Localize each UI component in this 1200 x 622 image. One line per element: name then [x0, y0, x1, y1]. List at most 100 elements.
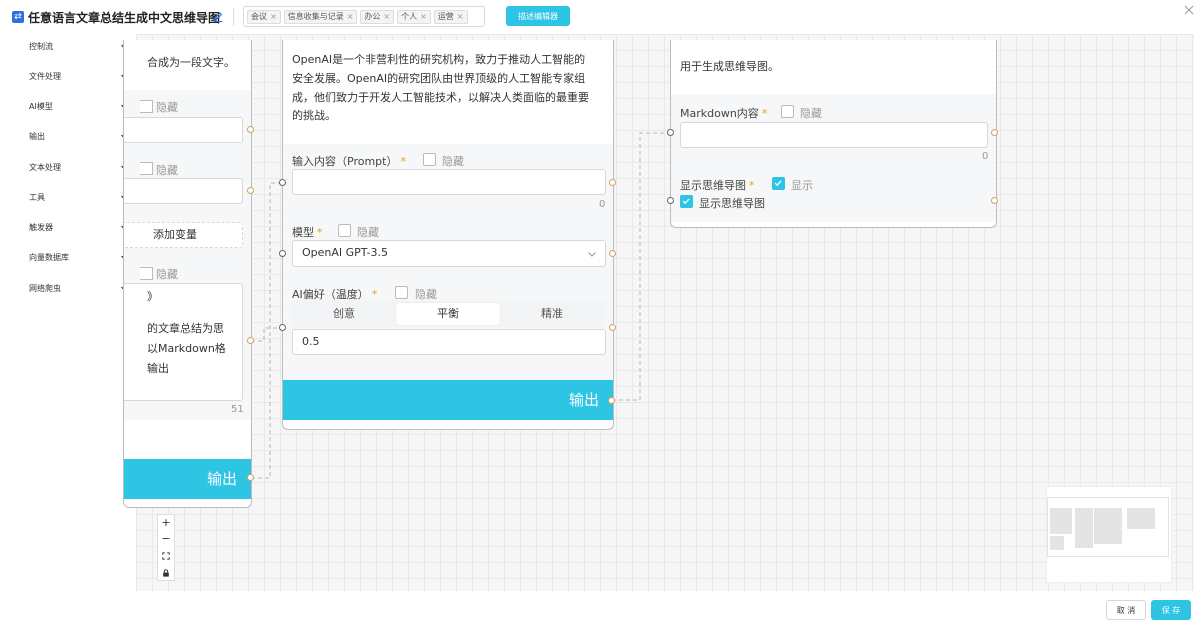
workflow-editor: ⇄ 任意语言文章总结生成中文思维导图 会议 × 信息收集与记录 × 办公 × 个人 × … — [0, 0, 1200, 622]
char-count: 51 — [231, 404, 244, 415]
sidebar-item-label: AI模型 — [29, 101, 53, 111]
node-output-bar: 输出 — [283, 380, 613, 420]
sidebar-item-label: 向量数据库 — [29, 252, 69, 262]
add-variable-button[interactable]: 添加变量 — [124, 222, 243, 248]
input-port[interactable] — [279, 250, 286, 257]
char-count: 0 — [599, 199, 606, 210]
output-port[interactable] — [609, 324, 616, 331]
node-description: 成，他们致力于开发人工智能技术，以解决人类面临的最重要 — [292, 91, 589, 104]
divider — [233, 8, 234, 26]
markdown-input[interactable] — [680, 122, 988, 148]
temperature-option-precise[interactable]: 精准 — [501, 303, 603, 325]
prompt-line: 的文章总结为思 — [147, 322, 224, 335]
sidebar-item-text-processing[interactable]: 文本处理 — [29, 159, 129, 175]
remove-tag-icon[interactable]: × — [347, 12, 354, 21]
remove-tag-icon[interactable]: × — [383, 12, 390, 21]
description-editor-button[interactable]: 描述编辑器 — [506, 6, 570, 26]
input-port[interactable] — [279, 324, 286, 331]
cancel-button[interactable]: 取 消 — [1106, 600, 1146, 620]
sidebar-item-label: 文件处理 — [29, 71, 61, 81]
prompt-line: 以Markdown格 — [147, 342, 226, 355]
mindmap-node[interactable]: 用于生成思维导图。 Markdown内容 * 隐藏 0 显示思维导图 * 显示 显示… — [670, 40, 997, 228]
add-variable-label: 添加变量 — [153, 228, 197, 241]
output-port[interactable] — [991, 197, 998, 204]
hide-checkbox[interactable] — [140, 267, 153, 280]
tag-chip: 会议 × — [247, 9, 281, 24]
fit-view-icon — [162, 552, 170, 560]
hide-label: 隐藏 — [357, 226, 379, 239]
temperature-segmented-control[interactable]: 创意 平衡 精准 — [291, 301, 605, 327]
output-port[interactable] — [247, 474, 254, 481]
lock-button[interactable] — [158, 565, 174, 581]
tag-selector[interactable]: 会议 × 信息收集与记录 × 办公 × 个人 × 运营 × — [243, 6, 485, 27]
sidebar-item-control-flow[interactable]: 控制流 — [29, 38, 129, 54]
minimap[interactable] — [1046, 486, 1172, 583]
tag-chip: 办公 × — [360, 9, 395, 24]
prompt-textarea[interactable]: 》 的文章总结为思 以Markdown格 输出 — [124, 283, 243, 401]
prompt-template-node[interactable]: 合成为一段文字。 隐藏 隐藏 添加变量 隐藏 》 的文章总结为思 以Markdo… — [123, 40, 252, 508]
remove-tag-icon[interactable]: × — [457, 12, 464, 21]
input-port[interactable] — [279, 179, 286, 186]
model-hide-checkbox[interactable] — [338, 224, 351, 237]
markdown-label-text: Markdown内容 — [680, 107, 759, 120]
hide-checkbox[interactable] — [140, 100, 153, 113]
output-port[interactable] — [247, 337, 254, 344]
markdown-hide-checkbox[interactable] — [781, 105, 794, 118]
sidebar-item-vector-db[interactable]: 向量数据库 — [29, 249, 129, 265]
prompt-line: 输出 — [147, 362, 169, 375]
model-label-text: 模型 — [292, 226, 314, 239]
node-sidebar: 控制流 文件处理 AI模型 输出 文本处理 工具 触发器 向量数据库 网络爬虫 — [0, 34, 136, 594]
node-description: 合成为一段文字。 — [147, 56, 235, 69]
hide-label: 隐藏 — [442, 155, 464, 168]
input-port[interactable] — [667, 129, 674, 136]
node-description: 安全发展。OpenAI的研究团队由世界顶级的人工智能专家组 — [292, 72, 586, 85]
temperature-option-balanced[interactable]: 平衡 — [396, 303, 500, 325]
zoom-in-button[interactable]: + — [158, 515, 174, 531]
lock-icon — [163, 569, 169, 577]
minimap-viewport[interactable] — [1047, 497, 1169, 557]
edit-title-icon[interactable] — [212, 10, 224, 22]
remove-tag-icon[interactable]: × — [270, 12, 277, 21]
zoom-out-button[interactable]: − — [158, 531, 174, 547]
output-port[interactable] — [609, 179, 616, 186]
sidebar-item-triggers[interactable]: 触发器 — [29, 219, 129, 235]
output-port[interactable] — [991, 129, 998, 136]
required-marker: * — [317, 226, 323, 239]
tag-label: 运营 — [437, 12, 454, 21]
hide-label: 隐藏 — [156, 164, 178, 177]
sidebar-item-file-processing[interactable]: 文件处理 — [29, 68, 129, 84]
sidebar-item-label: 工具 — [29, 192, 45, 202]
prompt-input[interactable] — [292, 169, 606, 195]
show-mindmap-checkbox[interactable] — [680, 195, 693, 208]
required-marker: * — [761, 107, 768, 120]
output-port[interactable] — [608, 397, 615, 404]
show-toggle-checkbox[interactable] — [772, 177, 785, 190]
variable-input[interactable] — [124, 178, 243, 204]
temperature-input[interactable]: 0.5 — [292, 329, 606, 355]
remove-tag-icon[interactable]: × — [420, 12, 427, 21]
close-icon[interactable] — [1183, 4, 1195, 16]
sidebar-item-ai-model[interactable]: AI模型 — [29, 98, 129, 114]
tag-chip: 个人 × — [397, 9, 431, 24]
show-mindmap-checkbox-label: 显示思维导图 — [699, 197, 765, 210]
output-port[interactable] — [247, 187, 254, 194]
prompt-hide-checkbox[interactable] — [423, 153, 436, 166]
sidebar-item-output[interactable]: 输出 — [29, 128, 129, 144]
variable-input[interactable] — [124, 117, 243, 143]
save-button[interactable]: 保 存 — [1151, 600, 1191, 620]
hide-label: 隐藏 — [156, 101, 178, 114]
output-port[interactable] — [609, 250, 616, 257]
check-icon — [774, 180, 782, 187]
tag-label: 信息收集与记录 — [287, 12, 344, 21]
hide-checkbox[interactable] — [140, 162, 153, 175]
input-port[interactable] — [667, 197, 674, 204]
output-port[interactable] — [247, 126, 254, 133]
temperature-hide-checkbox[interactable] — [395, 286, 408, 299]
sidebar-item-tools[interactable]: 工具 — [29, 189, 129, 205]
node-description: 用于生成思维导图。 — [680, 60, 779, 73]
llm-node[interactable]: OpenAI是一个非营利性的研究机构，致力于推动人工智能的 安全发展。OpenA… — [282, 40, 614, 430]
model-select[interactable]: OpenAI GPT-3.5 — [292, 240, 606, 267]
temperature-option-creative[interactable]: 创意 — [293, 303, 395, 325]
fit-view-button[interactable] — [158, 548, 174, 564]
sidebar-item-web-crawler[interactable]: 网络爬虫 — [29, 280, 129, 296]
